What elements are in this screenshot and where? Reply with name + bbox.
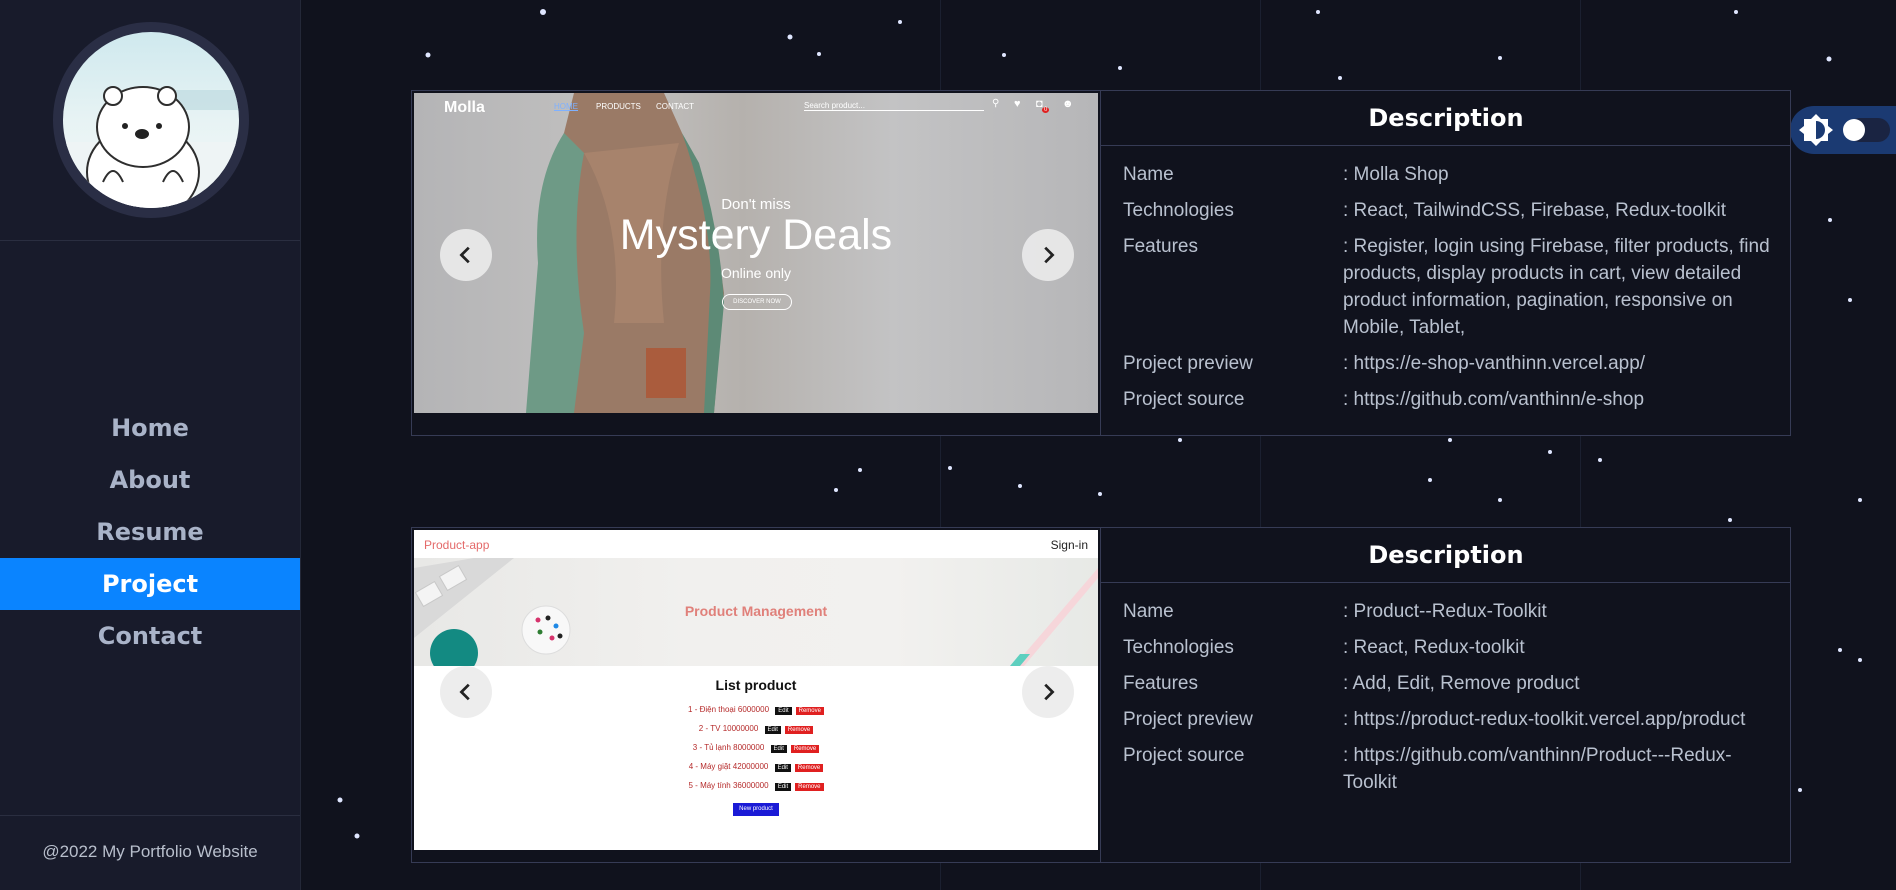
nav-item-home[interactable]: Home bbox=[0, 402, 300, 454]
nav-item-about[interactable]: About bbox=[0, 454, 300, 506]
row-value: : React, TailwindCSS, Firebase, Redux-to… bbox=[1343, 200, 1726, 221]
preview-new-product-button: New product bbox=[733, 803, 779, 816]
row-value: : Molla Shop bbox=[1343, 164, 1449, 185]
sidebar: Home About Resume Project Contact @2022 … bbox=[0, 0, 301, 890]
preview-user-icon: ☻ bbox=[1062, 98, 1074, 110]
preview-list-item: 5 - Máy tính 36000000 Edit Remove bbox=[414, 781, 1098, 791]
chevron-right-icon bbox=[1044, 246, 1055, 264]
carousel-prev-button[interactable] bbox=[440, 229, 492, 281]
row-label: Technologies bbox=[1123, 200, 1234, 221]
project-description-2: Description Name : Product--Redux-Toolki… bbox=[1100, 528, 1791, 862]
preview-nav-contact: CONTACT bbox=[656, 102, 695, 111]
brightness-icon bbox=[1799, 114, 1890, 146]
preview-nav-products: PRODUCTS bbox=[596, 102, 641, 111]
nav-item-contact[interactable]: Contact bbox=[0, 610, 300, 662]
row-value: : Register, login using Firebase, filter… bbox=[1343, 236, 1770, 338]
preview-nav-home: HOME bbox=[554, 102, 578, 111]
row-value: : Add, Edit, Remove product bbox=[1343, 673, 1580, 694]
project-preview-link[interactable]: : https://product-redux-toolkit.vercel.a… bbox=[1343, 706, 1783, 733]
sidebar-divider bbox=[0, 240, 300, 241]
preview-cta: DISCOVER NOW bbox=[722, 294, 792, 310]
preview-banner-title: Product Management bbox=[684, 603, 828, 619]
preview-navbar: Molla HOME PRODUCTS CONTACT Search produ… bbox=[414, 93, 1098, 121]
preview-banner: Product Management bbox=[414, 558, 1098, 677]
project-preview-2: Product-app Sign-in Product Management L… bbox=[414, 530, 1098, 850]
preview-list-item: 3 - Tủ lạnh 8000000 Edit Remove bbox=[414, 743, 1098, 753]
project-source-link[interactable]: : https://github.com/vanthinn/Product---… bbox=[1343, 742, 1783, 796]
project-preview-link[interactable]: : https://e-shop-vanthinn.vercel.app/ bbox=[1343, 350, 1783, 377]
chevron-left-icon bbox=[459, 246, 470, 264]
row-label: Features bbox=[1123, 236, 1198, 257]
project-source-link[interactable]: : https://github.com/vanthinn/e-shop bbox=[1343, 386, 1783, 413]
description-title: Description bbox=[1101, 91, 1791, 146]
project-description-1: Description Name : Molla Shop Technologi… bbox=[1100, 91, 1791, 435]
row-label: Technologies bbox=[1123, 637, 1234, 658]
row-value: : Product--Redux-Toolkit bbox=[1343, 601, 1547, 622]
project-card-1: Molla HOME PRODUCTS CONTACT Search produ… bbox=[411, 90, 1791, 436]
row-label: Features bbox=[1123, 673, 1198, 694]
row-label: Project preview bbox=[1123, 709, 1253, 730]
project-card-2: Product-app Sign-in Product Management L… bbox=[411, 527, 1791, 863]
nav-item-project[interactable]: Project bbox=[0, 558, 300, 610]
polar-bear-avatar-image bbox=[63, 86, 239, 208]
avatar[interactable] bbox=[63, 32, 239, 208]
row-label: Project preview bbox=[1123, 353, 1253, 374]
preview-list-title: List product bbox=[715, 677, 797, 693]
chevron-left-icon bbox=[459, 683, 470, 701]
nav-item-resume[interactable]: Resume bbox=[0, 506, 300, 558]
sidebar-divider bbox=[0, 815, 300, 816]
preview-search: Search product... bbox=[804, 101, 984, 111]
preview-signin: Sign-in bbox=[1050, 538, 1088, 552]
carousel-prev-button[interactable] bbox=[440, 666, 492, 718]
row-label: Name bbox=[1123, 164, 1174, 185]
row-value: : React, Redux-toolkit bbox=[1343, 637, 1525, 658]
project-preview-1: Molla HOME PRODUCTS CONTACT Search produ… bbox=[414, 93, 1098, 413]
sidebar-nav: Home About Resume Project Contact bbox=[0, 402, 300, 662]
preview-list-item: 1 - Điện thoại 6000000 Edit Remove bbox=[414, 705, 1098, 715]
preview-headline: Mystery Deals bbox=[619, 211, 893, 259]
row-label: Project source bbox=[1123, 389, 1245, 410]
avatar-frame bbox=[53, 22, 249, 218]
preview-list-item: 2 - TV 10000000 Edit Remove bbox=[414, 724, 1098, 734]
carousel-next-button[interactable] bbox=[1022, 666, 1074, 718]
preview-brand: Product-app bbox=[424, 538, 490, 552]
description-title: Description bbox=[1101, 528, 1791, 583]
chevron-right-icon bbox=[1044, 683, 1055, 701]
preview-cart-count: 0 bbox=[1042, 107, 1050, 113]
footer-copyright: @2022 My Portfolio Website bbox=[42, 842, 258, 861]
preview-logo: Molla bbox=[444, 99, 485, 116]
preview-heart-icon: ♥ bbox=[1014, 98, 1021, 110]
preview-subheadline: Online only bbox=[720, 265, 792, 281]
row-label: Project source bbox=[1123, 745, 1245, 766]
carousel-next-button[interactable] bbox=[1022, 229, 1074, 281]
preview-list-item: 4 - Máy giặt 42000000 Edit Remove bbox=[414, 762, 1098, 772]
row-label: Name bbox=[1123, 601, 1174, 622]
theme-toggle[interactable] bbox=[1790, 106, 1896, 154]
preview-search-icon: ⚲ bbox=[992, 98, 1000, 109]
